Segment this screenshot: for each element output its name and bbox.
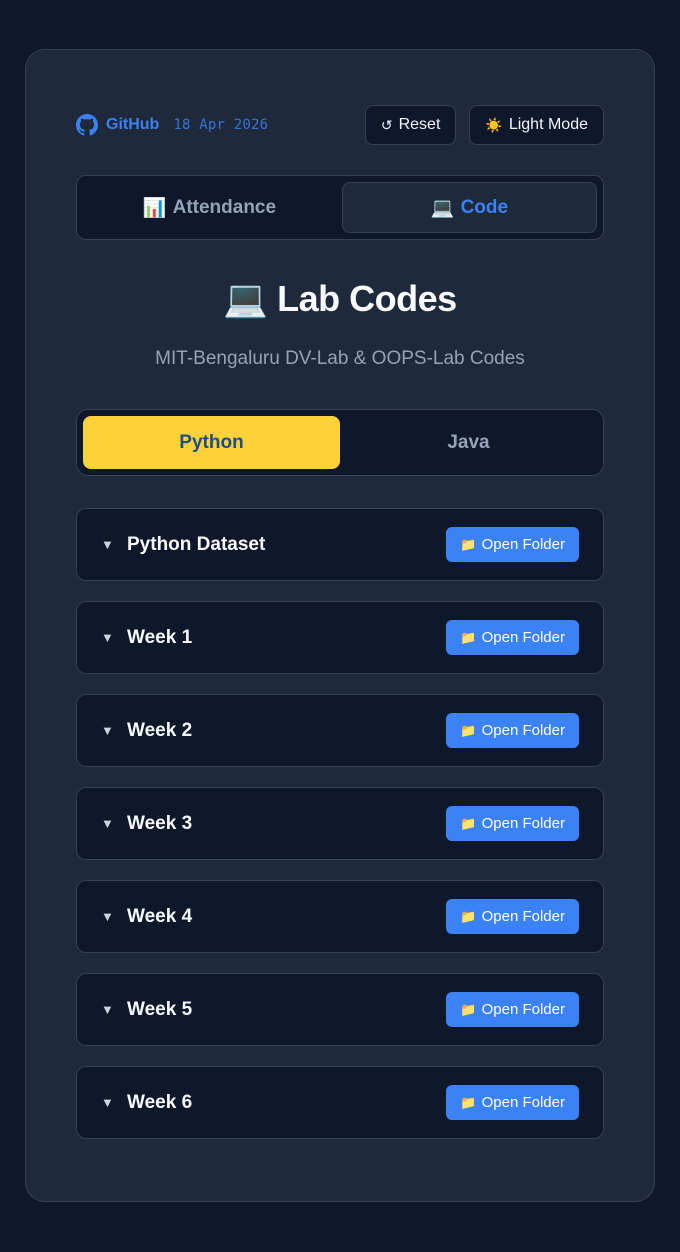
- laptop-icon: 💻: [430, 197, 455, 219]
- open-folder-label: Open Folder: [481, 1001, 565, 1018]
- header-buttons: ↺ Reset ☀️ Light Mode: [364, 105, 604, 145]
- open-folder-label: Open Folder: [481, 722, 565, 739]
- light-mode-label: Light Mode: [508, 116, 588, 133]
- folder-icon: 📁: [460, 629, 477, 645]
- folder-summary: ▼ Week 1: [101, 627, 192, 649]
- page-title-text: Lab Codes: [277, 278, 457, 319]
- open-folder-button[interactable]: 📁 Open Folder: [446, 899, 579, 934]
- folder-icon: 📁: [460, 536, 477, 552]
- page-title: 💻 Lab Codes: [26, 278, 654, 320]
- folder-name: Week 1: [127, 626, 193, 648]
- folder-summary: ▼ Week 6: [101, 1092, 192, 1114]
- open-folder-label: Open Folder: [481, 629, 565, 646]
- tab-code-label: Code: [460, 196, 509, 218]
- open-folder-label: Open Folder: [481, 908, 565, 925]
- folder-name: Python Dataset: [127, 533, 266, 555]
- top-bar: GitHub 18 Apr 2026 ↺ Reset ☀️ Light Mode: [76, 105, 604, 145]
- caret-down-icon: ▼: [101, 630, 114, 645]
- tab-attendance-label: Attendance: [172, 196, 277, 218]
- folder-row-week-4[interactable]: ▼ Week 4 📁 Open Folder: [76, 880, 604, 953]
- chart-icon: 📊: [142, 197, 167, 219]
- light-mode-button[interactable]: ☀️ Light Mode: [469, 105, 604, 145]
- tab-python[interactable]: Python: [83, 416, 340, 469]
- reset-button[interactable]: ↺ Reset: [364, 105, 457, 145]
- github-link[interactable]: GitHub: [76, 114, 159, 136]
- folder-list: ▼ Python Dataset 📁 Open Folder ▼ Week 1 …: [76, 508, 604, 1139]
- folder-icon: 📁: [460, 815, 477, 831]
- folder-row-python-dataset[interactable]: ▼ Python Dataset 📁 Open Folder: [76, 508, 604, 581]
- open-folder-button[interactable]: 📁 Open Folder: [446, 620, 579, 655]
- open-folder-button[interactable]: 📁 Open Folder: [446, 713, 579, 748]
- github-group: GitHub 18 Apr 2026: [76, 114, 268, 136]
- tab-code[interactable]: 💻 Code: [342, 182, 597, 233]
- folder-row-week-2[interactable]: ▼ Week 2 📁 Open Folder: [76, 694, 604, 767]
- folder-summary: ▼ Python Dataset: [101, 534, 265, 556]
- github-icon: [76, 114, 98, 136]
- folder-icon: 📁: [460, 1094, 477, 1110]
- reset-label: Reset: [398, 116, 441, 133]
- caret-down-icon: ▼: [101, 723, 114, 738]
- reset-icon: ↺: [380, 116, 393, 133]
- tab-attendance[interactable]: 📊 Attendance: [83, 182, 336, 233]
- folder-summary: ▼ Week 3: [101, 813, 192, 835]
- folder-summary: ▼ Week 4: [101, 906, 192, 928]
- open-folder-button[interactable]: 📁 Open Folder: [446, 1085, 579, 1120]
- folder-summary: ▼ Week 2: [101, 720, 192, 742]
- caret-down-icon: ▼: [101, 816, 114, 831]
- folder-name: Week 5: [127, 998, 193, 1020]
- main-tabs: 📊 Attendance 💻 Code: [76, 175, 604, 240]
- folder-row-week-5[interactable]: ▼ Week 5 📁 Open Folder: [76, 973, 604, 1046]
- folder-name: Week 3: [127, 812, 193, 834]
- folder-name: Week 6: [127, 1091, 193, 1113]
- folder-icon: 📁: [460, 1001, 477, 1017]
- folder-row-week-3[interactable]: ▼ Week 3 📁 Open Folder: [76, 787, 604, 860]
- caret-down-icon: ▼: [101, 537, 114, 552]
- tab-java[interactable]: Java: [340, 416, 597, 469]
- folder-name: Week 4: [127, 905, 193, 927]
- laptop-icon: 💻: [223, 278, 268, 319]
- folder-summary: ▼ Week 5: [101, 999, 192, 1021]
- open-folder-label: Open Folder: [481, 1094, 565, 1111]
- folder-icon: 📁: [460, 908, 477, 924]
- folder-name: Week 2: [127, 719, 193, 741]
- page-subtitle: MIT-Bengaluru DV-Lab & OOPS-Lab Codes: [155, 348, 525, 369]
- open-folder-label: Open Folder: [481, 815, 565, 832]
- github-label: GitHub: [106, 116, 160, 133]
- caret-down-icon: ▼: [101, 1095, 114, 1110]
- caret-down-icon: ▼: [101, 1002, 114, 1017]
- main-card: GitHub 18 Apr 2026 ↺ Reset ☀️ Light Mode…: [25, 49, 655, 1202]
- date-label: 18 Apr 2026: [173, 117, 269, 133]
- open-folder-label: Open Folder: [481, 536, 565, 553]
- folder-row-week-6[interactable]: ▼ Week 6 📁 Open Folder: [76, 1066, 604, 1139]
- open-folder-button[interactable]: 📁 Open Folder: [446, 992, 579, 1027]
- language-tabs: Python Java: [76, 409, 604, 476]
- folder-icon: 📁: [460, 722, 477, 738]
- open-folder-button[interactable]: 📁 Open Folder: [446, 527, 579, 562]
- sun-icon: ☀️: [485, 116, 503, 133]
- folder-row-week-1[interactable]: ▼ Week 1 📁 Open Folder: [76, 601, 604, 674]
- open-folder-button[interactable]: 📁 Open Folder: [446, 806, 579, 841]
- caret-down-icon: ▼: [101, 909, 114, 924]
